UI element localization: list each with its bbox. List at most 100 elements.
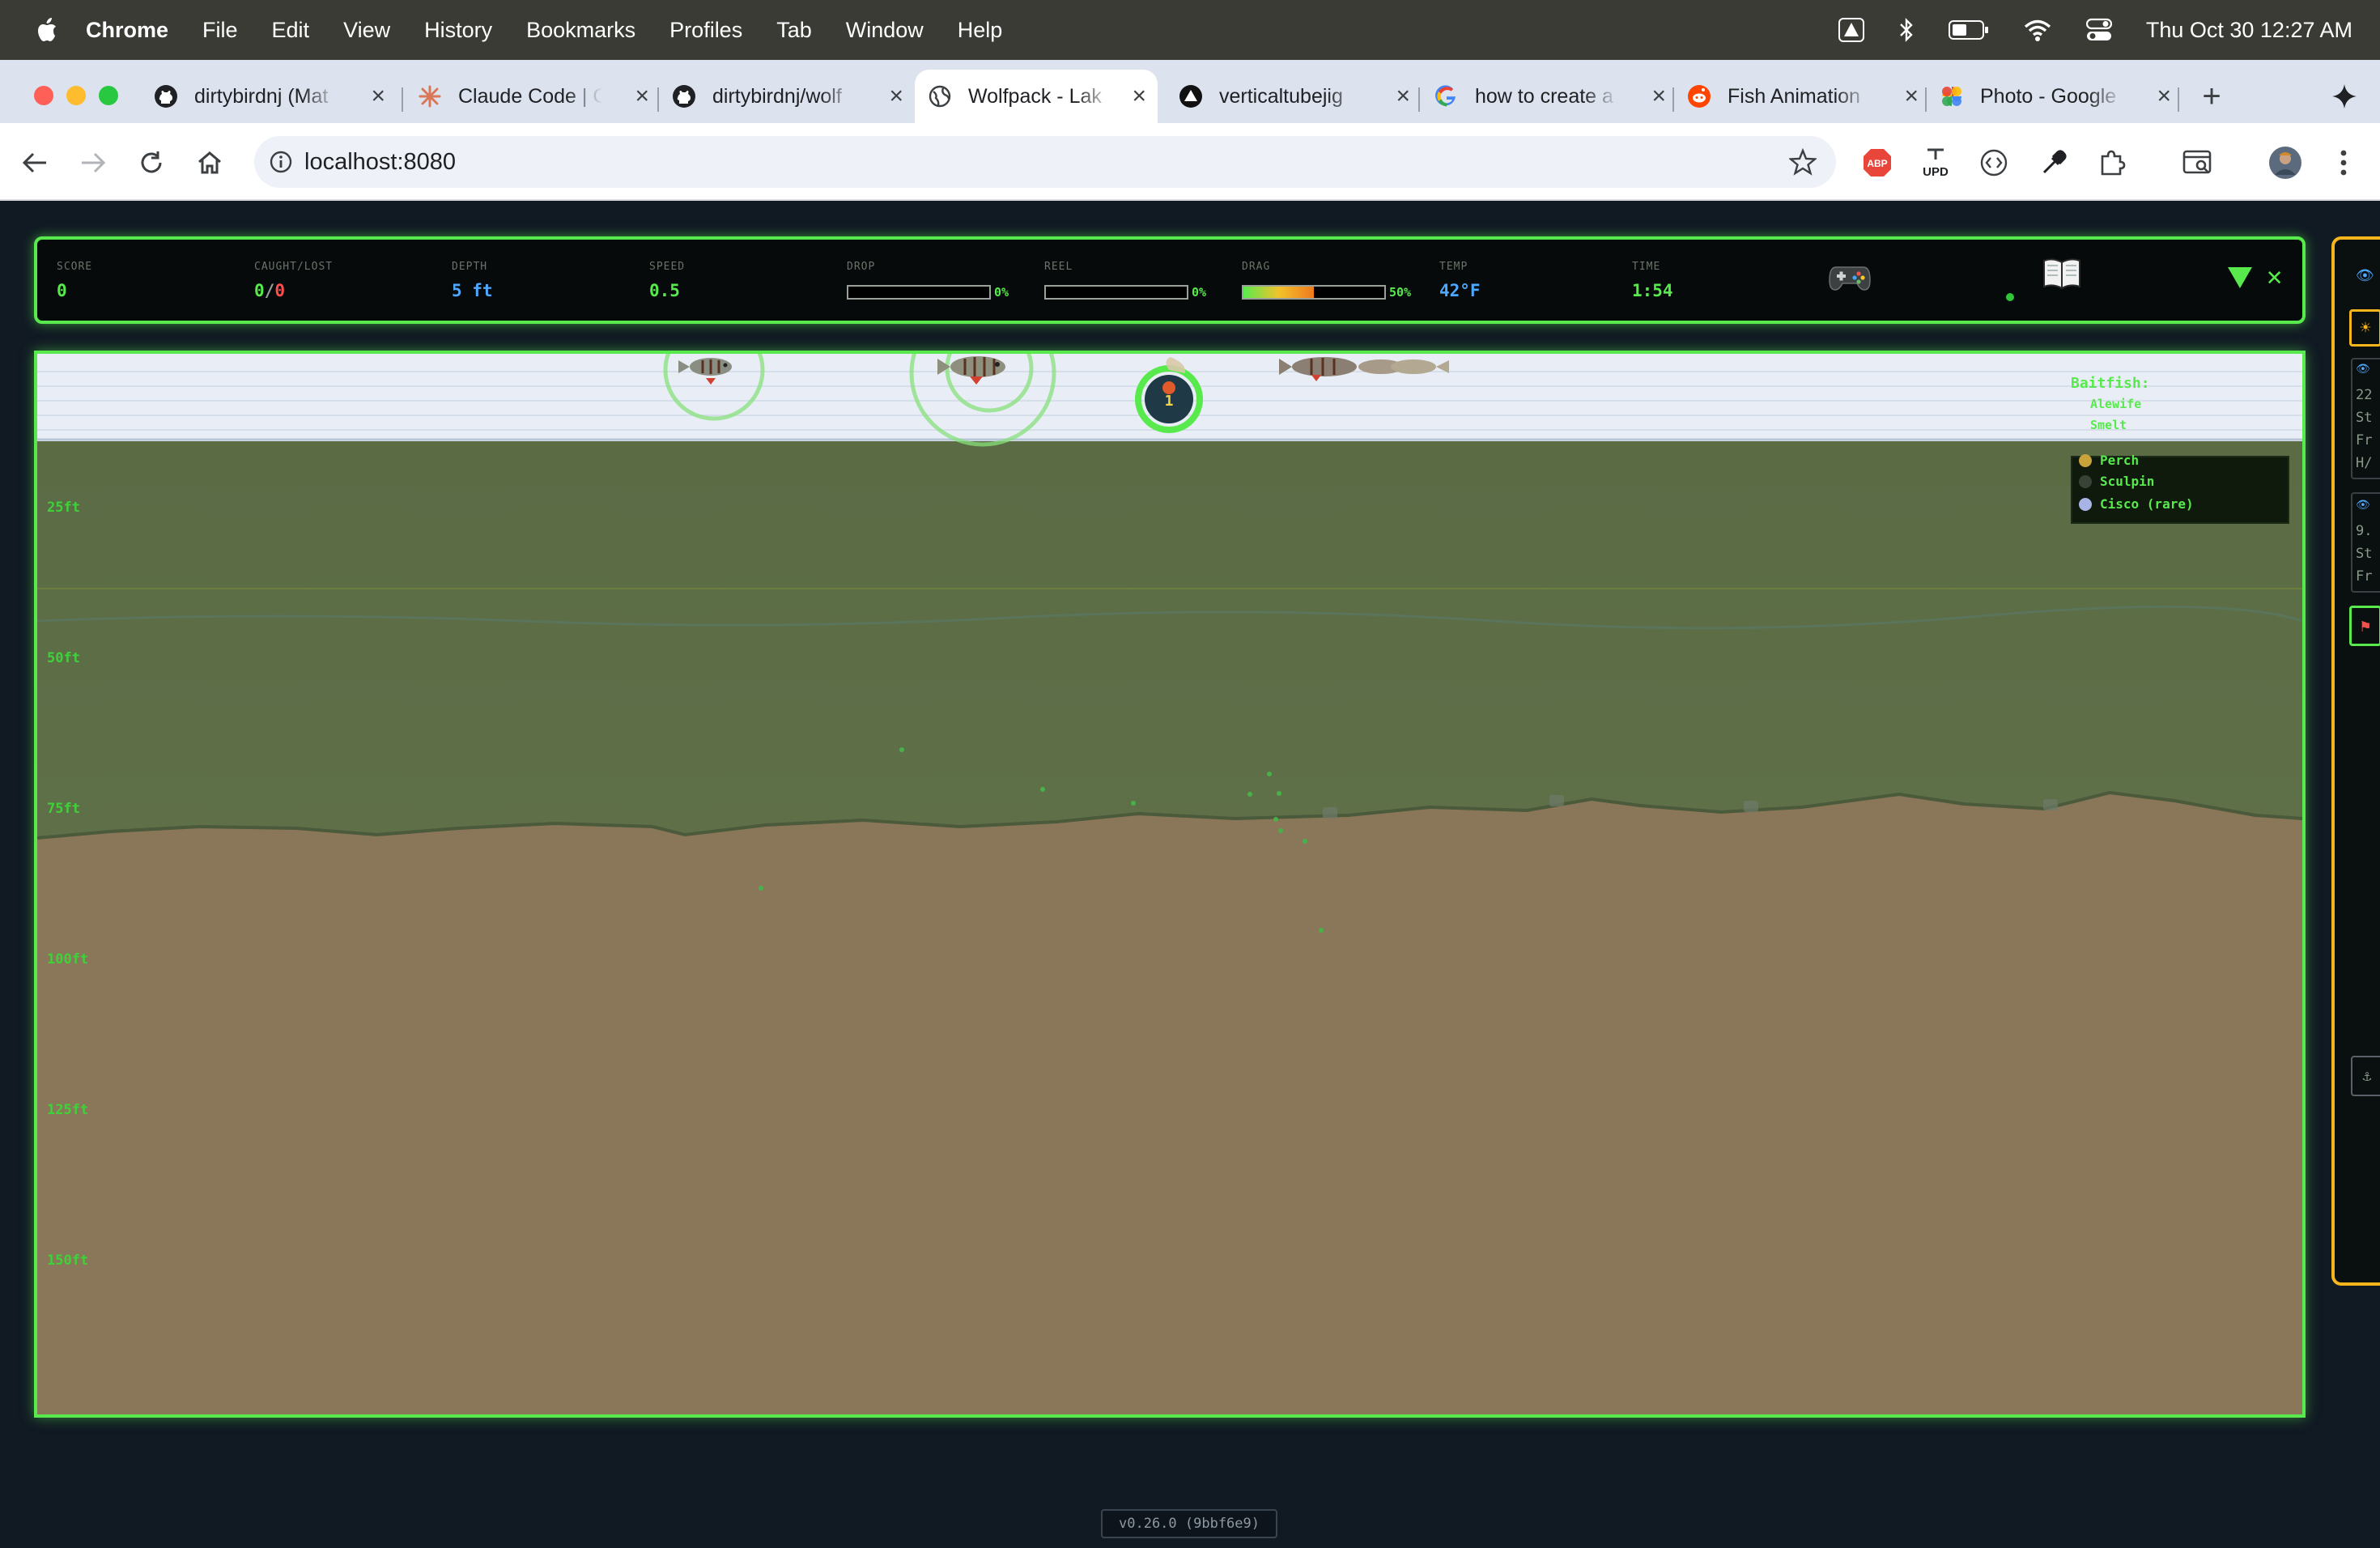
reel-stat: REEL [1044,261,1073,273]
tab-fish-animation[interactable]: Fish Animation × [1687,70,1930,123]
chrome-menu-button[interactable] [2325,144,2362,181]
battery-icon[interactable] [1948,20,1989,40]
info-line: H/ [2356,455,2373,471]
new-tab-button[interactable]: + [2189,70,2234,123]
time-value: 1:54 [1632,281,1673,300]
lake-bottom [37,793,2302,1414]
info-line: St [2356,410,2373,426]
gamepad-icon[interactable] [1828,254,1872,298]
drag-stat: DRAG [1242,261,1270,273]
score-value: 0 [57,281,67,300]
hud-bar: SCORE 0 CAUGHT/LOST 0/0 DEPTH 5 ft SPEED… [34,236,2306,324]
menu-app-name[interactable]: Chrome [86,18,168,43]
tab-dirtybirdnj-wolfpack-repo[interactable]: dirtybirdnj/wolf × [672,70,915,123]
reel-percent: 0% [1192,285,1207,300]
menu-tab[interactable]: Tab [776,18,812,43]
tab-google-photos[interactable]: Photo - Google × [1940,70,2182,123]
minimize-window-button[interactable] [66,86,86,105]
home-icon [198,151,221,174]
upd-icon: UPD [1923,148,1949,179]
menu-bookmarks[interactable]: Bookmarks [526,18,635,43]
info-line: 9. [2356,523,2373,539]
forward-button[interactable] [74,144,112,181]
eyedropper-extension-button[interactable] [2035,144,2072,181]
menu-window[interactable]: Window [846,18,924,43]
address-bar[interactable]: localhost:8080 [254,136,1836,188]
sun-icon[interactable]: ☀ [2349,309,2380,347]
hook-icon[interactable]: ⚑ [2349,606,2380,646]
menu-edit[interactable]: Edit [272,18,310,43]
anchor-icon[interactable]: ⚓ [2351,1056,2380,1096]
tab-claude-code[interactable]: Claude Code | C × [418,70,661,123]
drop-percent: 0% [994,285,1009,300]
zoom-window-button[interactable] [99,86,118,105]
drive-status-icon[interactable] [1838,18,1864,42]
caught-lost-separator: / [264,281,275,300]
back-button[interactable] [16,144,53,181]
reload-button[interactable] [133,144,170,181]
drag-bar[interactable] [1242,285,1386,300]
google-icon [1434,84,1459,108]
menu-profiles[interactable]: Profiles [669,18,742,43]
extensions-button[interactable] [2093,144,2131,181]
depth-marker-75: 75ft [47,801,80,817]
control-center-icon[interactable] [2085,18,2112,42]
gemini-button[interactable] [2322,70,2367,123]
tab-search-button[interactable] [2179,144,2216,181]
tab-dirtybirdnj-profile[interactable]: dirtybirdnj (Mat × [154,70,397,123]
tab-wolfpack-active[interactable]: Wolfpack - Lak × [915,70,1158,123]
drop-label: DROP [847,261,876,273]
book-icon[interactable] [2042,256,2082,291]
legend-label: Cisco (rare) [2100,496,2194,512]
code-icon [1980,149,2008,176]
tab-google-search[interactable]: how to create a × [1434,70,1677,123]
sonar-canvas[interactable]: 1 [37,354,2302,1414]
upd-extension-button[interactable]: UPD [1917,144,1954,181]
tab-search-icon [2182,150,2212,174]
close-tab-icon[interactable]: × [371,83,385,110]
close-tab-icon[interactable]: × [2157,83,2171,110]
caught-value: 0 [254,281,265,300]
menu-history[interactable]: History [424,18,492,43]
drag-label: DRAG [1242,261,1271,273]
bookmark-star-icon[interactable] [1789,148,1817,176]
close-tab-icon[interactable]: × [1396,83,1410,110]
legend-label: Sculpin [2100,474,2155,489]
reddit-icon [1687,84,1711,108]
sonar-display[interactable]: 1 25ft 50ft 75ft 100ft 125ft 150ft Baitf… [34,351,2306,1418]
close-tab-icon[interactable]: × [889,83,903,110]
eye-icon[interactable]: 👁 [2356,267,2374,284]
site-info-icon[interactable] [269,150,293,174]
home-button[interactable] [191,144,228,181]
collapse-hud-icon[interactable] [2228,267,2252,288]
forward-arrow-icon [82,152,106,173]
menu-help[interactable]: Help [958,18,1003,43]
menu-view[interactable]: View [343,18,390,43]
close-window-button[interactable] [34,86,53,105]
close-tab-icon[interactable]: × [635,83,649,110]
depth-marker-50: 50ft [47,650,80,666]
depth-marker-100: 100ft [47,951,89,968]
close-tab-icon[interactable]: × [1132,83,1146,110]
menu-file[interactable]: File [202,18,238,43]
info-line: St [2356,546,2373,562]
bluetooth-icon[interactable] [1898,17,1915,43]
close-hud-icon[interactable]: ✕ [2267,261,2282,291]
score-stat: SCORE 0 [57,261,92,300]
close-tab-icon[interactable]: × [1904,83,1919,110]
devtools-extension-button[interactable] [1975,144,2012,181]
tab-verticaltubejig[interactable]: verticaltubejig × [1179,70,1422,123]
connection-status-dot [2006,293,2014,301]
adblock-extension-button[interactable]: ABP [1859,144,1896,181]
apple-icon[interactable] [32,14,60,46]
close-tab-icon[interactable]: × [1651,83,1666,110]
caught-lost-label: CAUGHT/LOST [254,261,334,273]
time-stat: TIME 1:54 [1632,261,1673,300]
perch-swatch [2079,453,2092,467]
adblock-icon: ABP [1864,149,1891,176]
vercel-icon [1179,84,1203,108]
menubar-clock[interactable]: Thu Oct 30 12:27 AM [2146,18,2352,43]
profile-avatar-button[interactable] [2267,144,2304,181]
wifi-icon[interactable] [2023,19,2052,41]
score-label: SCORE [57,261,93,273]
